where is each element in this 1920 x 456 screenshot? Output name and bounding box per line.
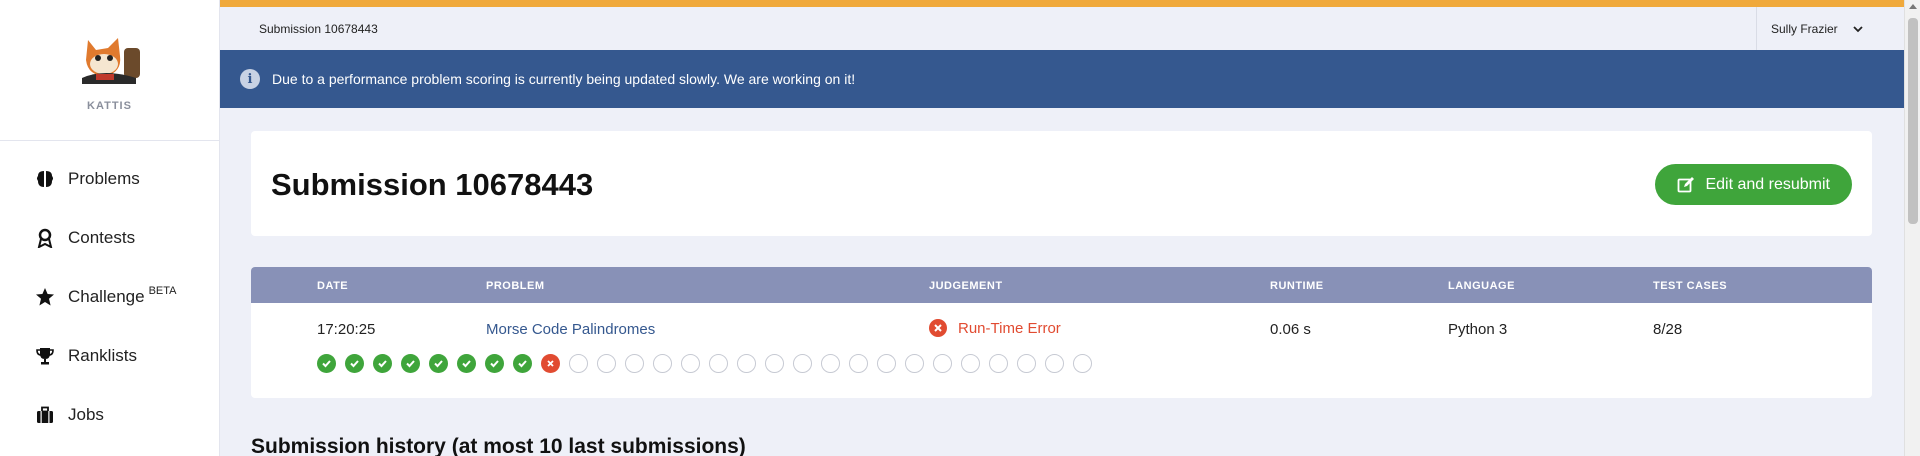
column-header-problem: PROBLEM <box>486 280 545 292</box>
user-menu[interactable]: Sully Frazier <box>1756 7 1904 50</box>
test-case-not-run-icon[interactable] <box>709 354 728 373</box>
page-title: Submission 10678443 <box>271 167 594 202</box>
test-case-not-run-icon[interactable] <box>625 354 644 373</box>
sidebar-item-label: Problems <box>68 168 140 188</box>
cell-test-cases: 8/28 <box>1653 321 1683 338</box>
submission-table: DATE PROBLEM JUDGEMENT RUNTIME LANGUAGE … <box>251 267 1872 398</box>
sidebar-item-label: Ranklists <box>68 345 137 365</box>
problem-link[interactable]: Morse Code Palindromes <box>486 321 655 338</box>
test-case-passed-icon[interactable] <box>457 354 476 373</box>
column-header-test-cases: TEST CASES <box>1653 280 1728 292</box>
test-case-not-run-icon[interactable] <box>1073 354 1092 373</box>
test-case-passed-icon[interactable] <box>317 354 336 373</box>
page-scrollbar[interactable] <box>1904 0 1920 456</box>
submission-history-heading: Submission history (at most 10 last subm… <box>251 435 746 456</box>
test-case-not-run-icon[interactable] <box>681 354 700 373</box>
notice-banner: i Due to a performance problem scoring i… <box>220 50 1904 108</box>
test-case-not-run-icon[interactable] <box>933 354 952 373</box>
sidebar-item-challenge[interactable]: Challenge BETA <box>0 267 219 326</box>
edit-and-resubmit-button[interactable]: Edit and resubmit <box>1655 164 1852 205</box>
test-case-not-run-icon[interactable] <box>765 354 784 373</box>
test-case-not-run-icon[interactable] <box>653 354 672 373</box>
scroll-up-arrow-icon[interactable] <box>1909 4 1917 9</box>
cell-judgement: Run-Time Error <box>929 319 1061 337</box>
test-case-passed-icon[interactable] <box>401 354 420 373</box>
test-case-not-run-icon[interactable] <box>1017 354 1036 373</box>
trophy-icon <box>34 345 56 367</box>
resubmit-label: Edit and resubmit <box>1705 175 1830 193</box>
test-case-not-run-icon[interactable] <box>905 354 924 373</box>
test-case-not-run-icon[interactable] <box>961 354 980 373</box>
brand[interactable]: KATTIS <box>0 0 219 141</box>
test-case-passed-icon[interactable] <box>373 354 392 373</box>
sidebar-item-problems[interactable]: Problems <box>0 149 219 208</box>
briefcase-icon <box>34 404 56 426</box>
column-header-judgement: JUDGEMENT <box>929 280 1003 292</box>
test-case-not-run-icon[interactable] <box>821 354 840 373</box>
chevron-down-icon <box>1853 25 1863 32</box>
sidebar-item-label: Contests <box>68 227 136 247</box>
column-header-runtime: RUNTIME <box>1270 280 1324 292</box>
test-case-not-run-icon[interactable] <box>989 354 1008 373</box>
judgement-text: Run-Time Error <box>958 319 1061 337</box>
test-case-passed-icon[interactable] <box>429 354 448 373</box>
breadcrumb[interactable]: Submission 10678443 <box>259 22 378 36</box>
sidebar-item-label: Jobs <box>68 404 104 424</box>
cell-date: 17:20:25 <box>317 321 376 338</box>
kattis-cat-logo-icon <box>81 38 140 84</box>
test-case-not-run-icon[interactable] <box>1045 354 1064 373</box>
edit-icon <box>1678 176 1695 192</box>
cell-language: Python 3 <box>1448 321 1508 338</box>
test-case-passed-icon[interactable] <box>485 354 504 373</box>
test-case-results <box>317 354 1101 373</box>
sidebar-item-ranklists[interactable]: Ranklists <box>0 326 219 385</box>
table-header: DATE PROBLEM JUDGEMENT RUNTIME LANGUAGE … <box>251 267 1872 303</box>
top-accent-bar <box>220 0 1904 7</box>
brain-icon <box>34 168 56 190</box>
test-case-not-run-icon[interactable] <box>737 354 756 373</box>
column-header-date: DATE <box>317 280 349 292</box>
beta-badge: BETA <box>148 284 177 297</box>
test-case-passed-icon[interactable] <box>345 354 364 373</box>
test-case-not-run-icon[interactable] <box>849 354 868 373</box>
brand-name: KATTIS <box>87 100 132 112</box>
column-header-language: LANGUAGE <box>1448 280 1515 292</box>
banner-message: Due to a performance problem scoring is … <box>272 71 856 87</box>
sidebar-item-contests[interactable]: Contests <box>0 208 219 267</box>
submission-header-card: Submission 10678443 Edit and resubmit <box>251 131 1872 236</box>
error-icon <box>929 319 947 337</box>
scrollbar-thumb[interactable] <box>1908 18 1918 224</box>
sidebar-nav: Problems Contests Challenge BETA Ranklis… <box>0 141 219 444</box>
table-row: 17:20:25 Morse Code Palindromes Run-Time… <box>251 303 1872 398</box>
sidebar-item-jobs[interactable]: Jobs <box>0 385 219 444</box>
test-case-not-run-icon[interactable] <box>597 354 616 373</box>
test-case-not-run-icon[interactable] <box>877 354 896 373</box>
award-icon <box>34 227 56 249</box>
user-name: Sully Frazier <box>1771 21 1838 36</box>
topbar: Submission 10678443 Sully Frazier <box>220 7 1904 50</box>
cell-runtime: 0.06 s <box>1270 321 1311 338</box>
sidebar-item-label: Challenge <box>68 286 145 306</box>
sidebar: KATTIS Problems Contests Challenge BETA <box>0 0 220 456</box>
test-case-failed-icon[interactable] <box>541 354 560 373</box>
test-case-not-run-icon[interactable] <box>569 354 588 373</box>
star-icon <box>34 286 56 308</box>
info-icon: i <box>240 69 260 89</box>
test-case-passed-icon[interactable] <box>513 354 532 373</box>
test-case-not-run-icon[interactable] <box>793 354 812 373</box>
